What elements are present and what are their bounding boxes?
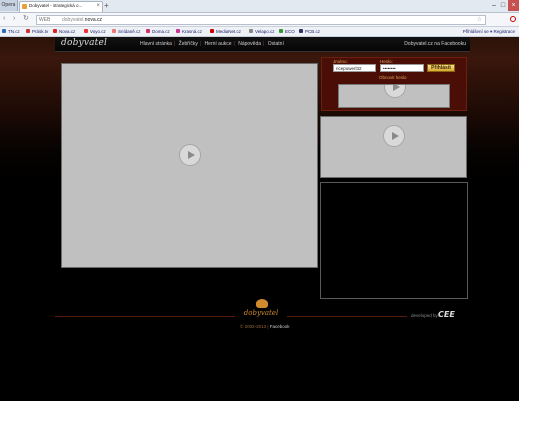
bookmark-item[interactable]: PCB.cz	[299, 28, 320, 35]
play-icon[interactable]	[179, 144, 201, 166]
web-page: dobyvatel Hlavní stránka | Žebříčky | Hern…	[0, 37, 519, 401]
close-window-icon[interactable]: ×	[508, 0, 519, 11]
bookmark-item[interactable]: MediaNet.cz	[210, 28, 241, 35]
opera-menu-button[interactable]: Opera	[0, 0, 18, 11]
new-tab-button[interactable]: +	[104, 1, 109, 10]
username-input[interactable]: ricepowerl32	[333, 64, 376, 72]
maximize-icon[interactable]: □	[499, 0, 507, 11]
bookmark-item[interactable]: Voyo.cz	[84, 28, 106, 35]
close-tab-icon[interactable]: ×	[96, 2, 100, 11]
bookmark-item[interactable]: Doma.cz	[146, 28, 170, 35]
login-button[interactable]: Přihlásit	[427, 64, 455, 72]
bookmark-item[interactable]: Krasná.cz	[176, 28, 202, 35]
bookmarks-right-links[interactable]: Přihlášení se ▾ Registrace	[463, 28, 515, 35]
bookmark-item[interactable]: TN.cz	[2, 28, 20, 35]
address-text: dobyvatel.novа.cz	[62, 17, 103, 23]
address-field[interactable]: WEB dobyvatel.novа.cz ☆	[36, 15, 486, 25]
menu-item-rankings[interactable]: Žebříčky	[179, 41, 198, 47]
site-favicon-icon	[22, 4, 27, 9]
browser-window: Opera Dobyvatel - strategická o... × + –…	[0, 0, 519, 401]
footer-logo[interactable]: dobyvatel	[238, 299, 284, 325]
bookmark-item[interactable]: Velapo.cz	[249, 28, 275, 35]
copyright: © 2002-2013 | Facebook	[240, 324, 290, 329]
bookmark-item[interactable]: ECO	[279, 28, 295, 35]
tab-title: Dobyvatel - strategická o...	[29, 3, 83, 8]
bookmarks-bar: TN.cz Prásk.tv Nova.cz Voyo.cz Snídaně.c…	[0, 27, 519, 37]
web-badge: WEB	[39, 17, 51, 23]
developer-logo[interactable]: CEE	[438, 310, 470, 319]
menu-item-other[interactable]: Ostatní	[268, 41, 284, 47]
side-plugin-placeholder[interactable]	[320, 116, 467, 178]
copyright-text: © 2002-2013	[240, 324, 267, 329]
footer-divider-left	[55, 316, 235, 317]
footer-logo-text: dobyvatel	[243, 309, 279, 317]
bookmark-star-icon[interactable]: ☆	[477, 16, 482, 24]
forward-icon[interactable]: ›	[13, 15, 15, 23]
tab-dobyvatel[interactable]: Dobyvatel - strategická o... ×	[19, 1, 103, 12]
footer-divider-right	[287, 316, 407, 317]
tab-bar: Opera Dobyvatel - strategická o... × + –…	[0, 0, 519, 13]
back-icon[interactable]: ‹	[3, 15, 5, 23]
menu-item-help[interactable]: Nápověda	[238, 41, 261, 47]
login-plugin-placeholder[interactable]	[338, 84, 450, 108]
developed-by-label: developed by:	[411, 313, 440, 318]
site-top-nav: dobyvatel Hlavní stránka | Žebříčky | Hern…	[55, 37, 470, 52]
play-icon[interactable]	[383, 125, 405, 147]
bookmark-item[interactable]: Nova.cz	[53, 28, 75, 35]
facebook-link[interactable]: Dobyvatel.cz na Facebooku	[404, 40, 466, 48]
footer-facebook-link[interactable]: Facebook	[270, 324, 290, 329]
bookmark-item[interactable]: Prásk.tv	[26, 28, 48, 35]
site-logo[interactable]: dobyvatel	[61, 38, 107, 48]
reload-icon[interactable]: ↻	[23, 15, 29, 23]
minimize-icon[interactable]: –	[490, 0, 498, 11]
opera-logo-icon[interactable]	[510, 16, 516, 22]
login-box: Jméno: ricepowerl32 Heslo: •••••••• Přih…	[321, 57, 467, 111]
play-icon[interactable]	[384, 85, 406, 98]
main-plugin-placeholder[interactable]	[61, 63, 318, 268]
bookmark-item[interactable]: Snídaně.cz	[112, 28, 141, 35]
recover-password-link[interactable]: Obnovit heslo	[379, 75, 407, 80]
password-input[interactable]: ••••••••	[380, 64, 424, 72]
main-menu: Hlavní stránka | Žebříčky | Herní aukce | N…	[140, 41, 284, 47]
side-empty-box	[320, 182, 468, 299]
menu-item-home[interactable]: Hlavní stránka	[140, 41, 172, 47]
address-toolbar: ‹ › ↻ WEB dobyvatel.novа.cz ☆	[0, 13, 519, 27]
menu-item-auctions[interactable]: Herní aukce	[205, 41, 232, 47]
dragon-emblem-icon	[256, 299, 268, 308]
